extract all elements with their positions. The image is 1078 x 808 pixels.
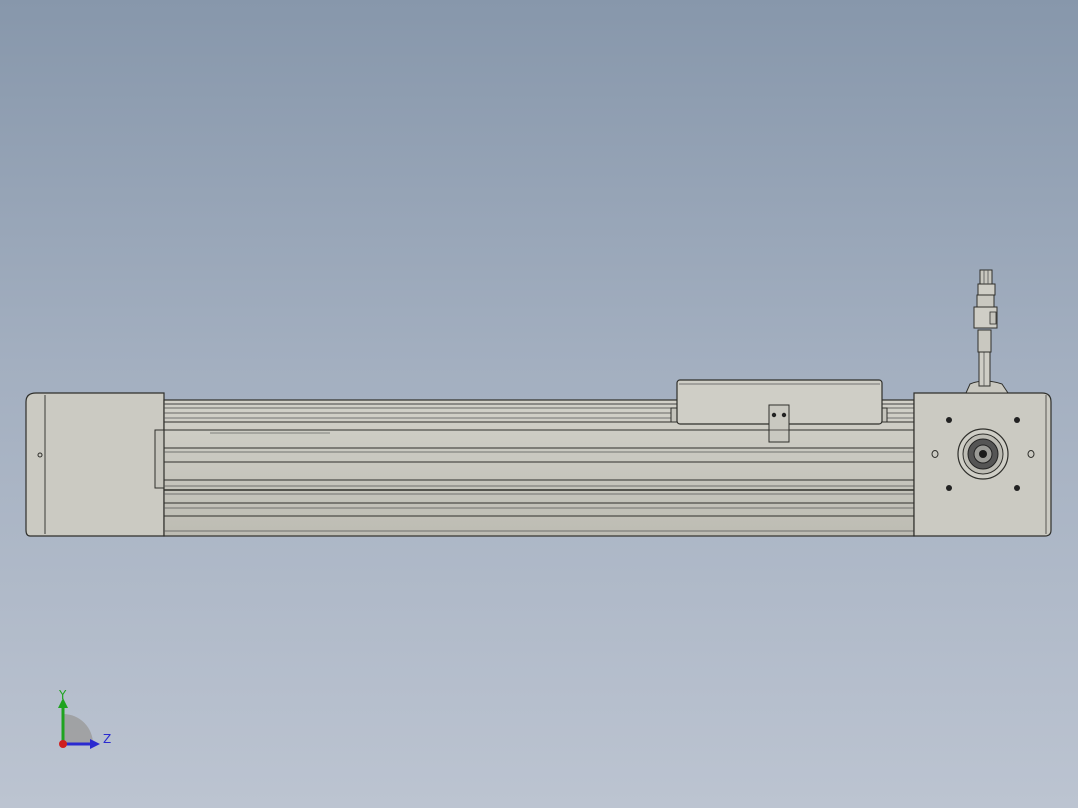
sensor-cable-assembly xyxy=(965,269,1009,394)
triad-plane-icon xyxy=(63,714,93,744)
motor-end-plate xyxy=(913,392,1052,537)
linear-actuator-model[interactable] xyxy=(0,0,1078,808)
x-axis-origin-icon xyxy=(59,740,67,748)
y-axis-label: Y xyxy=(59,688,67,702)
z-axis-arrowhead-icon xyxy=(90,739,100,749)
graphics-viewport[interactable]: Y Z xyxy=(0,0,1078,808)
left-end-cap xyxy=(25,392,166,537)
z-axis-label: Z xyxy=(103,732,112,746)
